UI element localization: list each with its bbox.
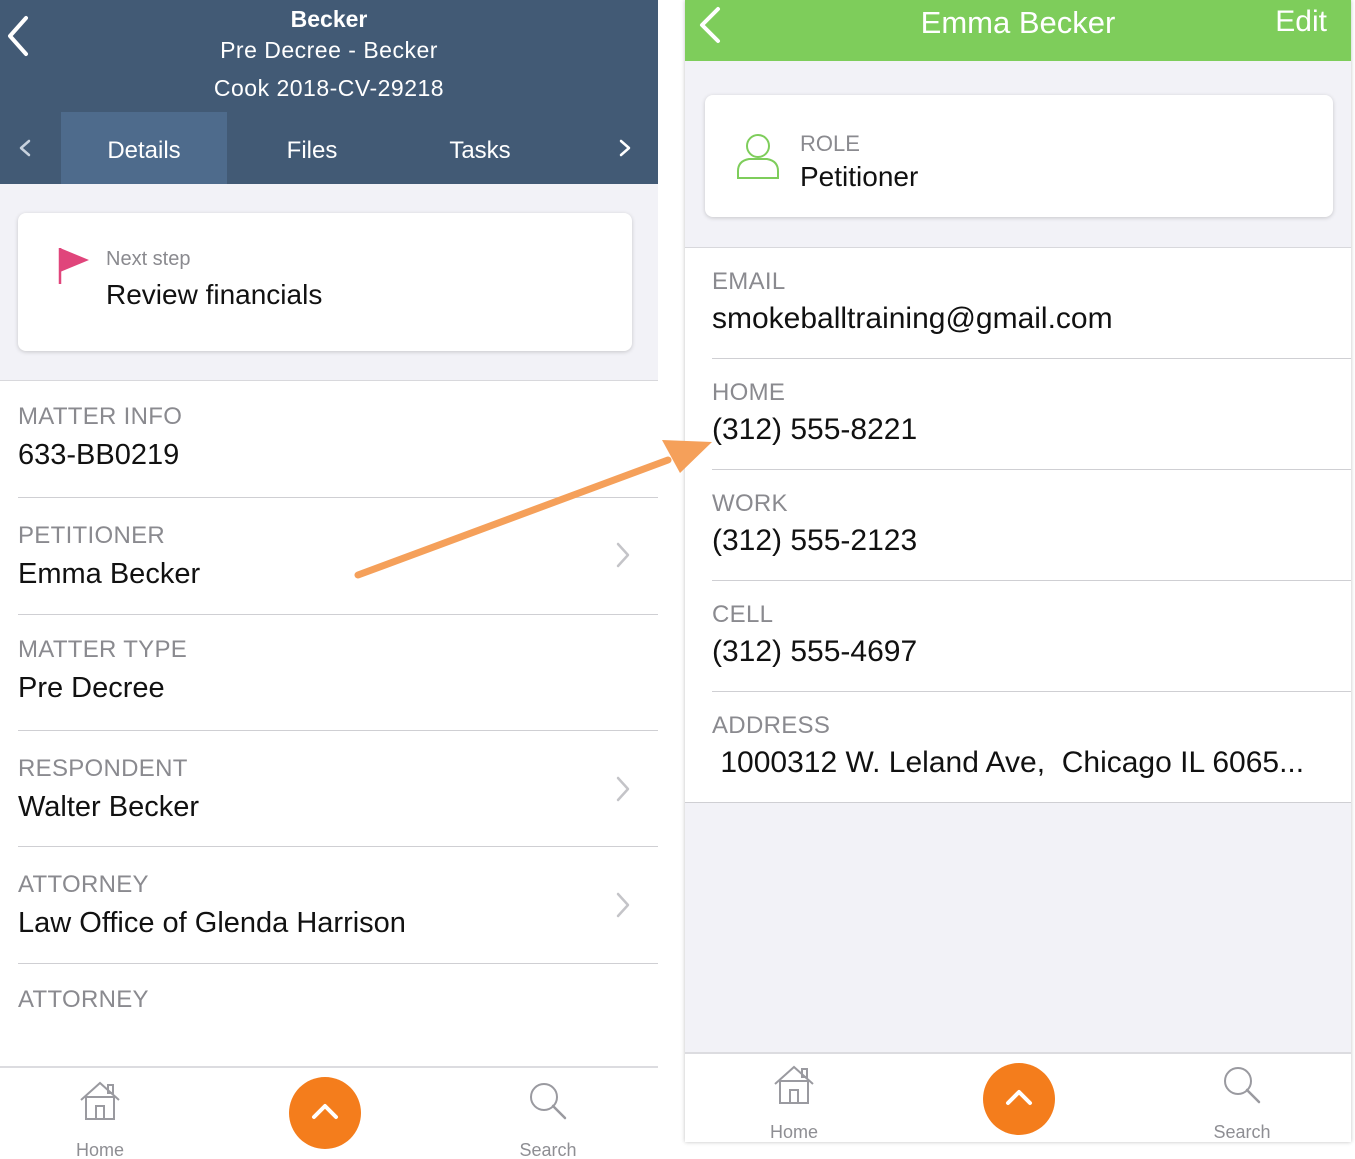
row-value: Law Office of Glenda Harrison <box>18 907 406 939</box>
tab-home[interactable]: Home <box>754 1062 834 1142</box>
tab-files[interactable]: Files <box>229 112 395 184</box>
tab-home[interactable]: Home <box>60 1078 140 1159</box>
matter-title: Becker <box>290 6 368 32</box>
next-step-caption: Next step <box>106 248 191 270</box>
home-label: Home <box>75 1140 124 1159</box>
list-item-cell-phone[interactable]: CELL (312) 555-4697 <box>712 581 1351 692</box>
list-item-email[interactable]: EMAIL smokeballtraining@gmail.com <box>712 248 1351 359</box>
tab-tasks[interactable]: Tasks <box>397 112 563 184</box>
flag-icon <box>58 246 92 291</box>
matter-details-screen: Becker Pre Decree - Becker Cook 2018-CV-… <box>0 0 658 1159</box>
role-card: ROLE Petitioner <box>705 95 1333 217</box>
matter-info-list: MATTER INFO 633-BB0219 PETITIONER Emma B… <box>0 380 658 1070</box>
home-icon <box>754 1062 834 1110</box>
chevron-right-icon <box>616 892 630 923</box>
work-phone-value: (312) 555-2123 <box>712 524 918 557</box>
address-value: 1000312 W. Leland Ave, Chicago IL 6065..… <box>712 746 1305 779</box>
chevron-up-icon <box>1005 1087 1033 1112</box>
role-caption: ROLE <box>800 131 860 156</box>
matter-header: Becker Pre Decree - Becker Cook 2018-CV-… <box>0 0 658 184</box>
row-value: Walter Becker <box>18 791 200 823</box>
row-value: Emma Becker <box>18 558 201 590</box>
tab-search[interactable]: Search <box>1202 1062 1282 1142</box>
chevron-right-icon <box>616 542 630 573</box>
list-item-address[interactable]: ADDRESS 1000312 W. Leland Ave, Chicago I… <box>685 692 1351 803</box>
chevron-up-icon <box>311 1101 339 1126</box>
list-item-matter-type: MATTER TYPE Pre Decree <box>18 615 658 731</box>
search-label: Search <box>519 1140 577 1159</box>
row-value: Pre Decree <box>18 672 165 704</box>
contact-info-list: EMAIL smokeballtraining@gmail.com HOME (… <box>685 247 1351 803</box>
row-label: HOME <box>712 379 786 406</box>
tab-scroll-right-icon[interactable] <box>618 138 632 163</box>
search-icon <box>1202 1062 1282 1110</box>
quick-actions-button[interactable] <box>983 1063 1055 1135</box>
chevron-right-icon <box>616 776 630 807</box>
tab-details[interactable]: Details <box>61 112 227 184</box>
row-label: EMAIL <box>712 268 786 295</box>
search-icon <box>508 1078 588 1126</box>
bottom-tab-bar: Home Search <box>685 1052 1351 1142</box>
email-value: smokeballtraining@gmail.com <box>712 302 1113 335</box>
row-label: MATTER INFO <box>18 403 183 430</box>
home-phone-value: (312) 555-8221 <box>712 413 918 446</box>
bottom-tab-bar: Home Search <box>0 1066 658 1159</box>
next-step-value: Review financials <box>106 279 323 310</box>
cell-phone-value: (312) 555-4697 <box>712 635 918 668</box>
row-label: MATTER TYPE <box>18 636 188 663</box>
row-label: ADDRESS <box>712 712 831 739</box>
tab-scroll-left-icon[interactable] <box>18 138 32 163</box>
next-step-card[interactable]: Next step Review financials <box>18 213 632 351</box>
person-icon <box>735 131 781 186</box>
home-label: Home <box>769 1122 818 1142</box>
matter-subtitle: Pre Decree - Becker <box>220 37 438 63</box>
tab-bar: Details Files Tasks <box>0 112 658 184</box>
list-item-home-phone[interactable]: HOME (312) 555-8221 <box>712 359 1351 470</box>
contact-details-screen: Emma Becker Edit ROLE Petitioner EMAIL s… <box>685 0 1351 1142</box>
row-label: ATTORNEY <box>18 871 149 898</box>
edit-button[interactable]: Edit <box>1275 5 1327 39</box>
role-value: Petitioner <box>800 161 919 192</box>
row-label: RESPONDENT <box>18 755 188 782</box>
row-label: ATTORNEY <box>18 986 149 1013</box>
contact-header: Emma Becker Edit <box>685 0 1351 61</box>
row-label: CELL <box>712 601 774 628</box>
list-item-matter-info: MATTER INFO 633-BB0219 <box>18 381 658 498</box>
tab-search[interactable]: Search <box>508 1078 588 1159</box>
search-label: Search <box>1213 1122 1271 1142</box>
row-label: WORK <box>712 490 788 517</box>
list-item-petitioner[interactable]: PETITIONER Emma Becker <box>18 498 658 615</box>
row-value: 633-BB0219 <box>18 439 180 471</box>
list-item-work-phone[interactable]: WORK (312) 555-2123 <box>712 470 1351 581</box>
home-icon <box>60 1078 140 1126</box>
row-label: PETITIONER <box>18 522 166 549</box>
list-item-respondent[interactable]: RESPONDENT Walter Becker <box>18 731 658 847</box>
list-item-attorney[interactable]: ATTORNEY Law Office of Glenda Harrison <box>18 847 658 964</box>
list-item-attorney-2[interactable]: ATTORNEY <box>18 964 658 1064</box>
quick-actions-button[interactable] <box>289 1077 361 1149</box>
contact-name-title: Emma Becker <box>920 5 1116 40</box>
case-number: Cook 2018-CV-29218 <box>213 75 445 101</box>
